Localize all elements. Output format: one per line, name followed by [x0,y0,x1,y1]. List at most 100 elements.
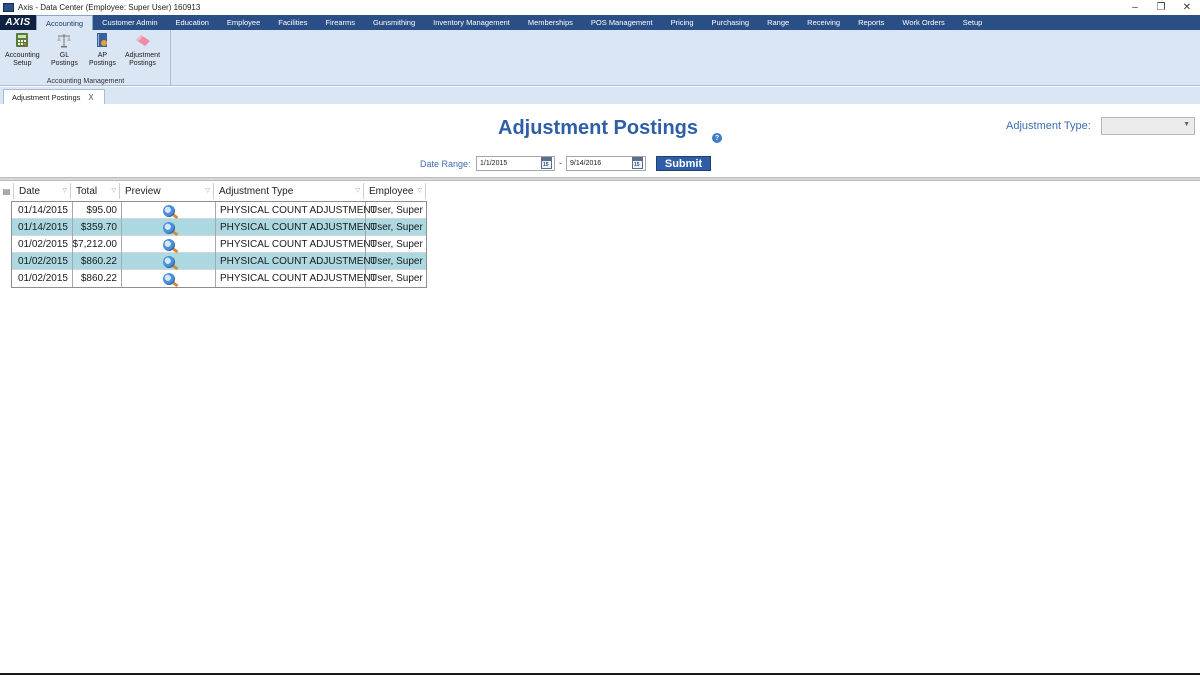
table-row[interactable]: 01/14/2015 $359.70 PHYSICAL COUNT ADJUST… [12,219,426,236]
column-header-total[interactable]: Total ▽ [71,183,120,199]
tab-pos-management[interactable]: POS Management [582,15,662,30]
filter-icon[interactable]: ▽ [62,187,67,194]
tab-memberships[interactable]: Memberships [519,15,582,30]
ribbon-group-label: Accounting Management [46,78,125,85]
cell-employee: User, Super [370,239,423,250]
adjustment-type-label: Adjustment Type: [1006,120,1091,132]
accounting-setup-label-2: Setup [13,60,32,67]
tab-gunsmithing[interactable]: Gunsmithing [364,15,424,30]
cell-total: $359.70 [73,219,122,236]
cell-total: $860.22 [73,270,122,287]
tab-pricing[interactable]: Pricing [662,15,703,30]
doc-tab-adjustment-postings[interactable]: Adjustment Postings X [3,89,105,104]
table-row[interactable]: 01/02/2015 $860.22 PHYSICAL COUNT ADJUST… [12,253,426,270]
ap-postings-button[interactable]: AP Postings [89,32,116,68]
column-header-employee[interactable]: Employee ▽ [364,183,426,199]
cell-preview [122,253,216,270]
magnifier-icon[interactable] [162,272,175,285]
filter-icon[interactable]: ▽ [111,187,116,194]
app-icon [3,3,14,12]
cell-adjustment-type: PHYSICAL COUNT ADJUSTMENT [216,202,377,219]
tab-range[interactable]: Range [758,15,798,30]
submit-button[interactable]: Submit [656,156,711,171]
document-tab-strip: Adjustment Postings X [0,87,1200,104]
column-header-label: Date [19,185,41,197]
minimize-button[interactable]: – [1122,0,1148,15]
grid-body: 01/14/2015 $95.00 PHYSICAL COUNT ADJUSTM… [11,201,427,288]
magnifier-icon[interactable] [162,238,175,251]
cell-employee: User, Super [370,256,423,267]
table-row[interactable]: 01/02/2015 $7,212.00 PHYSICAL COUNT ADJU… [12,236,426,253]
column-header-preview[interactable]: Preview ▽ [120,183,214,199]
table-row[interactable]: 01/14/2015 $95.00 PHYSICAL COUNT ADJUSTM… [12,202,426,219]
accounting-setup-button[interactable]: Accounting Setup [5,32,40,68]
cell-employee: User, Super [370,205,423,216]
tab-customer-admin[interactable]: Customer Admin [93,15,166,30]
splitter[interactable] [0,177,1200,181]
tab-accounting[interactable]: Accounting [36,15,94,30]
calendar-icon[interactable]: 15 [541,157,552,169]
cell-total: $95.00 [73,202,122,219]
window-controls: – ❐ ✕ [1122,0,1200,15]
table-row[interactable]: 01/02/2015 $860.22 PHYSICAL COUNT ADJUST… [12,270,426,287]
column-header-label: Preview [125,185,161,197]
calendar-day: 15 [634,162,640,168]
cell-adjustment-type: PHYSICAL COUNT ADJUSTMENT [216,219,377,236]
ap-postings-label-1: AP [97,52,108,59]
eraser-icon [135,35,150,46]
magnifier-icon[interactable] [162,255,175,268]
tab-work-orders[interactable]: Work Orders [893,15,953,30]
column-chooser-icon[interactable]: ▤ [0,183,14,199]
window-title: Axis - Data Center (Employee: Super User… [18,3,201,12]
tab-firearms[interactable]: Firearms [316,15,364,30]
cell-total: $7,212.00 [73,236,122,253]
calculator-icon [16,33,29,47]
gl-postings-button[interactable]: GL Postings [51,32,78,68]
adjustment-postings-label-1: Adjustment [125,52,161,59]
date-range-label: Date Range: [420,159,471,169]
tab-inventory-management[interactable]: Inventory Management [424,15,519,30]
column-header-label: Total [76,185,98,197]
tab-reports[interactable]: Reports [849,15,893,30]
filter-icon[interactable]: ▽ [355,187,360,194]
filter-icon[interactable]: ▽ [417,187,422,194]
cell-date: 01/14/2015 [12,202,73,219]
close-tab-icon[interactable]: X [88,93,93,102]
page-title: Adjustment Postings [498,117,699,139]
tab-facilities[interactable]: Facilities [269,15,316,30]
adjustment-postings-button[interactable]: Adjustment Postings [125,32,160,68]
chevron-down-icon: ▼ [1183,121,1190,128]
date-range-separator: - [559,158,562,168]
grid-header: ▤ Date ▽ Total ▽ Preview ▽ Adjustment Ty… [0,183,426,199]
cell-date: 01/02/2015 [12,270,73,287]
adjustment-postings-label-2: Postings [129,60,156,67]
column-header-date[interactable]: Date ▽ [14,183,71,199]
ap-postings-label-2: Postings [89,60,116,67]
cell-date: 01/02/2015 [12,253,73,270]
date-from-input[interactable]: 1/1/2015 15 [476,156,555,171]
close-button[interactable]: ✕ [1174,0,1200,15]
cell-adjustment-type: PHYSICAL COUNT ADJUSTMENT [216,253,377,270]
cell-preview [122,219,216,236]
calendar-day: 15 [543,162,549,168]
column-header-adjustment-type[interactable]: Adjustment Type ▽ [214,183,364,199]
book-icon [97,33,108,47]
cell-adjustment-type: PHYSICAL COUNT ADJUSTMENT [216,270,377,287]
filter-icon[interactable]: ▽ [205,187,210,194]
cell-date: 01/14/2015 [12,219,73,236]
adjustment-type-select[interactable]: ▼ [1101,117,1195,135]
help-icon[interactable]: ? [712,133,722,143]
tab-purchasing[interactable]: Purchasing [703,15,759,30]
restore-button[interactable]: ❐ [1148,0,1174,15]
tab-receiving[interactable]: Receiving [798,15,849,30]
magnifier-icon[interactable] [162,221,175,234]
scales-icon [57,34,72,48]
date-to-input[interactable]: 9/14/2016 15 [566,156,646,171]
magnifier-icon[interactable] [162,204,175,217]
tab-setup[interactable]: Setup [954,15,992,30]
tab-education[interactable]: Education [167,15,218,30]
date-from-value: 1/1/2015 [480,160,508,167]
tab-employee[interactable]: Employee [218,15,269,30]
calendar-icon[interactable]: 15 [632,157,643,169]
cell-preview [122,202,216,219]
